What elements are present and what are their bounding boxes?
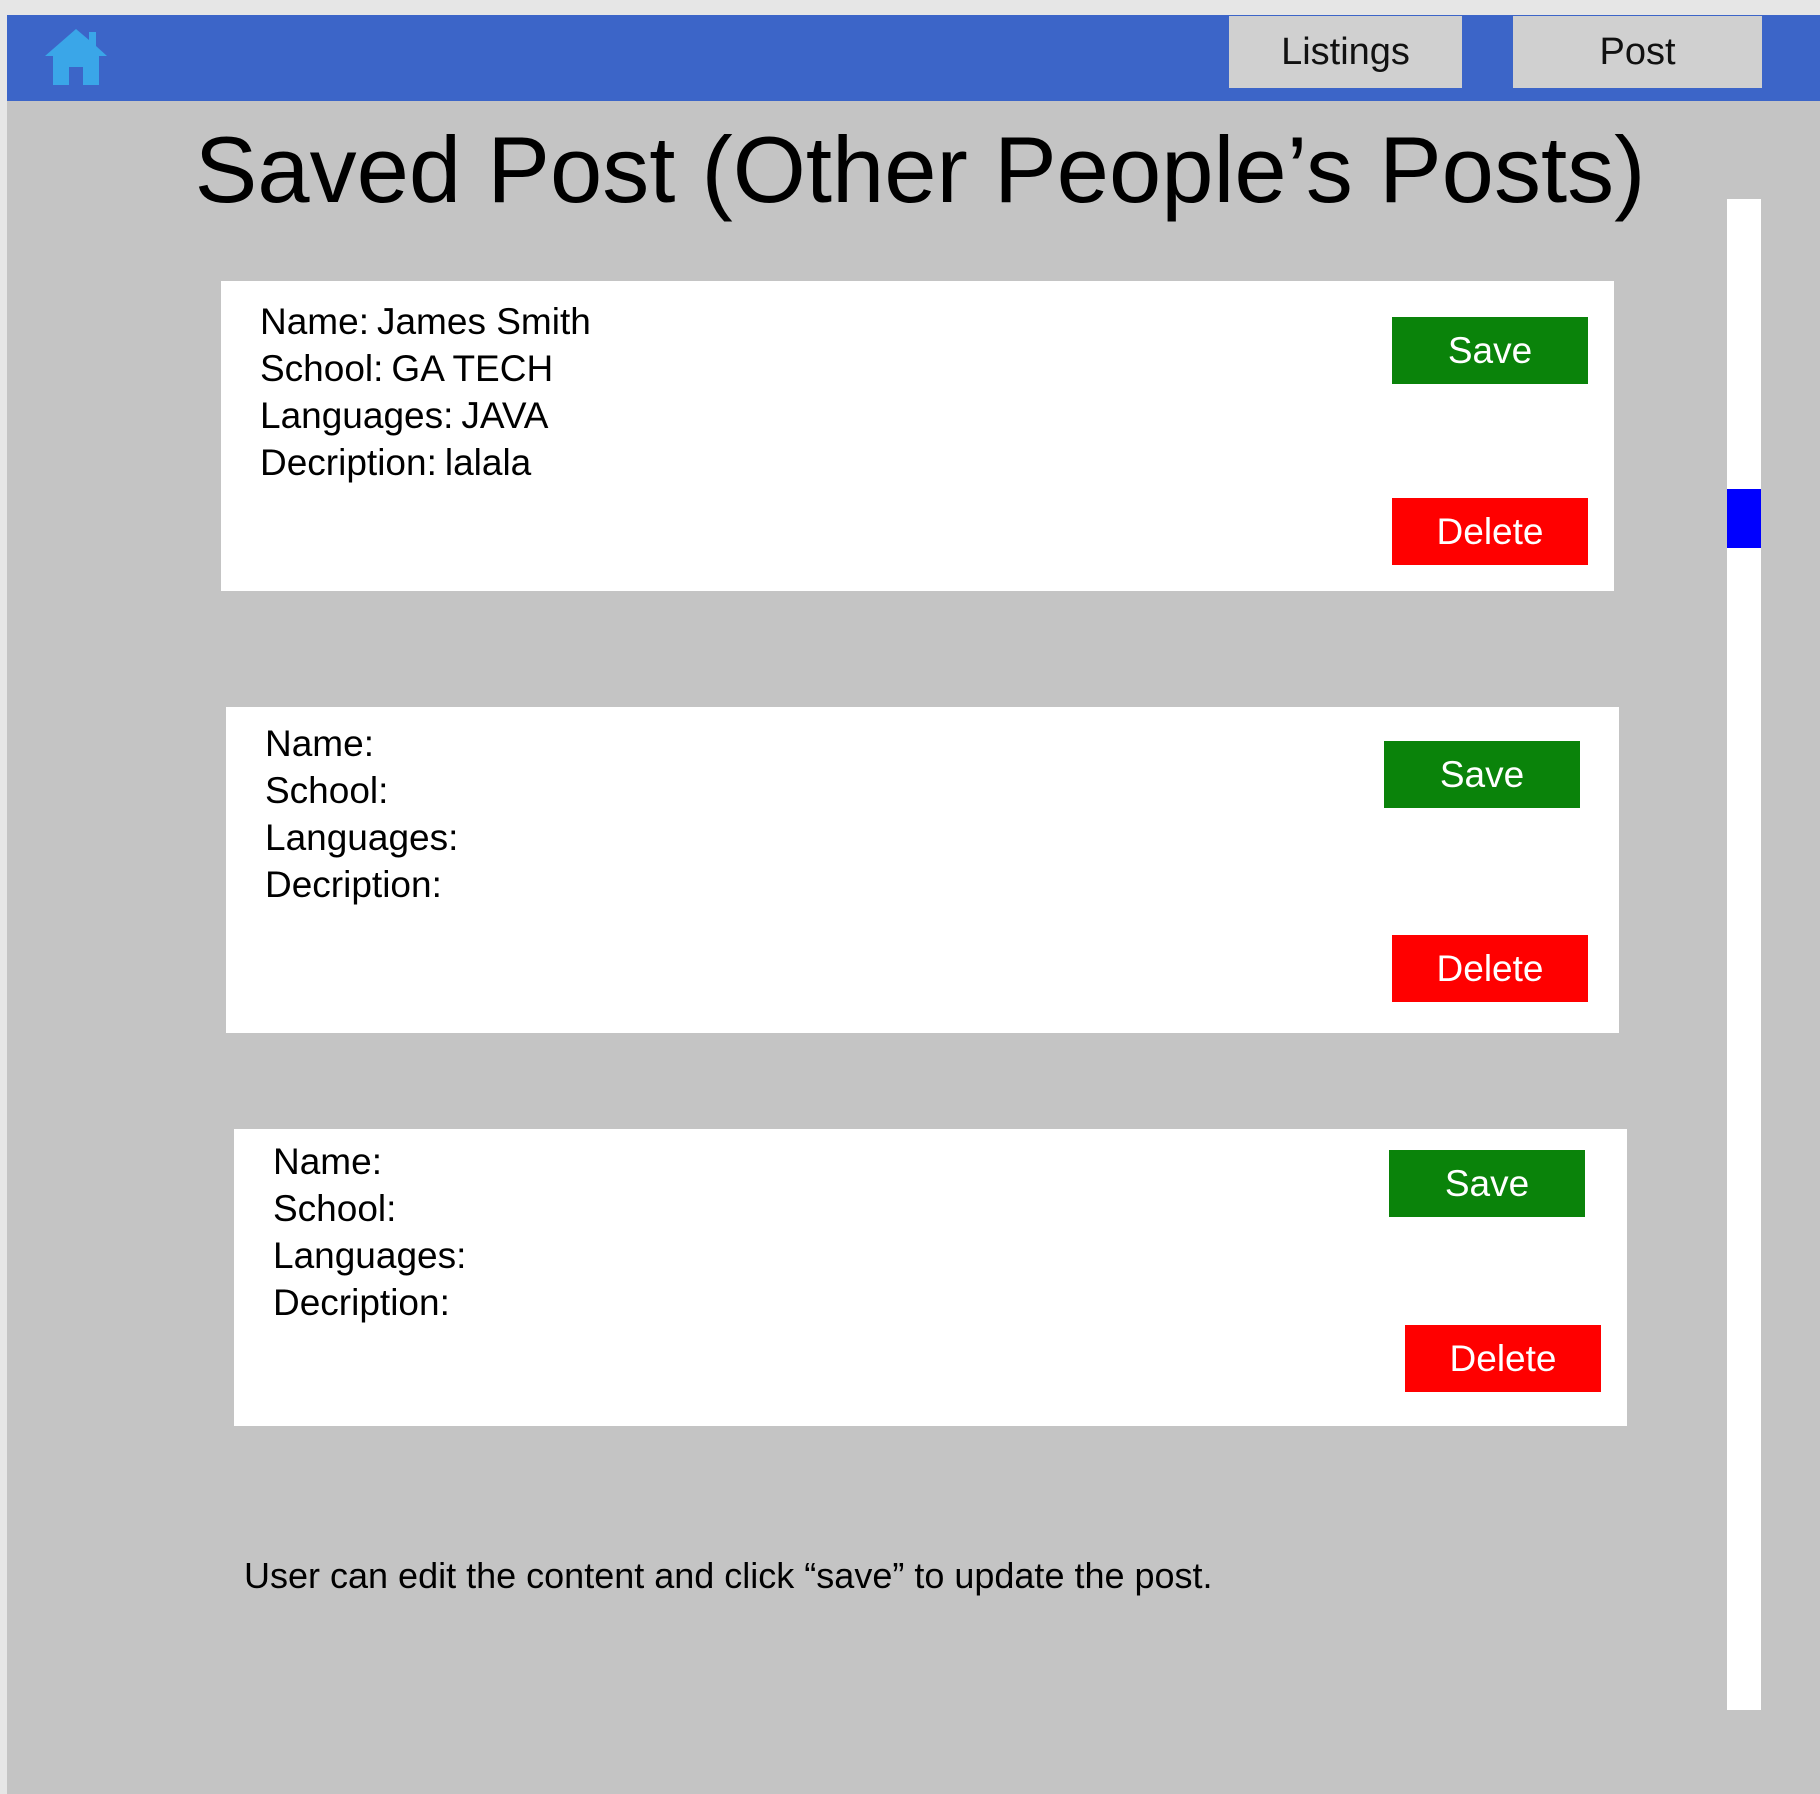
- field-value[interactable]: lalala: [445, 439, 531, 486]
- nav-listings-button[interactable]: Listings: [1229, 16, 1462, 88]
- post-card: Name: School: Languages: Decription: Sav…: [226, 707, 1619, 1033]
- field-value[interactable]: GA TECH: [391, 345, 553, 392]
- languages-field: Languages:: [265, 814, 466, 861]
- nav-post-button[interactable]: Post: [1513, 16, 1762, 88]
- delete-button[interactable]: Delete: [1392, 498, 1588, 565]
- languages-field: Languages:: [273, 1232, 474, 1279]
- delete-button[interactable]: Delete: [1405, 1325, 1601, 1392]
- home-button[interactable]: [42, 26, 110, 88]
- post-card: Name: School: Languages: Decription: Sav…: [234, 1129, 1627, 1426]
- instruction-note: User can edit the content and click “sav…: [244, 1555, 1213, 1596]
- name-field: Name: James Smith: [260, 298, 591, 345]
- name-field: Name:: [265, 720, 466, 767]
- save-button[interactable]: Save: [1392, 317, 1588, 384]
- save-button[interactable]: Save: [1389, 1150, 1585, 1217]
- post-fields: Name: School: Languages: Decription:: [265, 720, 466, 908]
- school-field: School: GA TECH: [260, 345, 591, 392]
- field-label: Languages:: [260, 395, 454, 436]
- field-label: School:: [260, 348, 384, 389]
- field-label: Name:: [265, 723, 374, 764]
- save-button[interactable]: Save: [1384, 741, 1580, 808]
- field-label: School:: [265, 770, 389, 811]
- school-field: School:: [273, 1185, 474, 1232]
- field-value[interactable]: JAVA: [461, 392, 548, 439]
- post-fields: Name: School: Languages: Decription:: [273, 1138, 474, 1326]
- scrollbar-thumb[interactable]: [1727, 489, 1761, 548]
- name-field: Name:: [273, 1138, 474, 1185]
- field-label: School:: [273, 1188, 397, 1229]
- field-label: Decription:: [273, 1282, 450, 1323]
- field-value[interactable]: James Smith: [377, 298, 591, 345]
- description-field: Decription:: [265, 861, 466, 908]
- school-field: School:: [265, 767, 466, 814]
- field-label: Decription:: [260, 442, 437, 483]
- post-card: Name: James Smith School: GA TECH Language…: [221, 281, 1614, 591]
- description-field: Decription:: [273, 1279, 474, 1326]
- field-label: Languages:: [265, 817, 459, 858]
- page-title: Saved Post (Other People’s Posts): [194, 117, 1646, 222]
- field-label: Name:: [260, 301, 369, 342]
- post-fields: Name: James Smith School: GA TECH Language…: [260, 298, 591, 486]
- home-icon: [45, 29, 107, 85]
- delete-button[interactable]: Delete: [1392, 935, 1588, 1002]
- field-label: Decription:: [265, 864, 442, 905]
- field-label: Name:: [273, 1141, 382, 1182]
- field-label: Languages:: [273, 1235, 467, 1276]
- description-field: Decription: lalala: [260, 439, 591, 486]
- scrollbar-track[interactable]: [1727, 199, 1761, 1710]
- languages-field: Languages: JAVA: [260, 392, 591, 439]
